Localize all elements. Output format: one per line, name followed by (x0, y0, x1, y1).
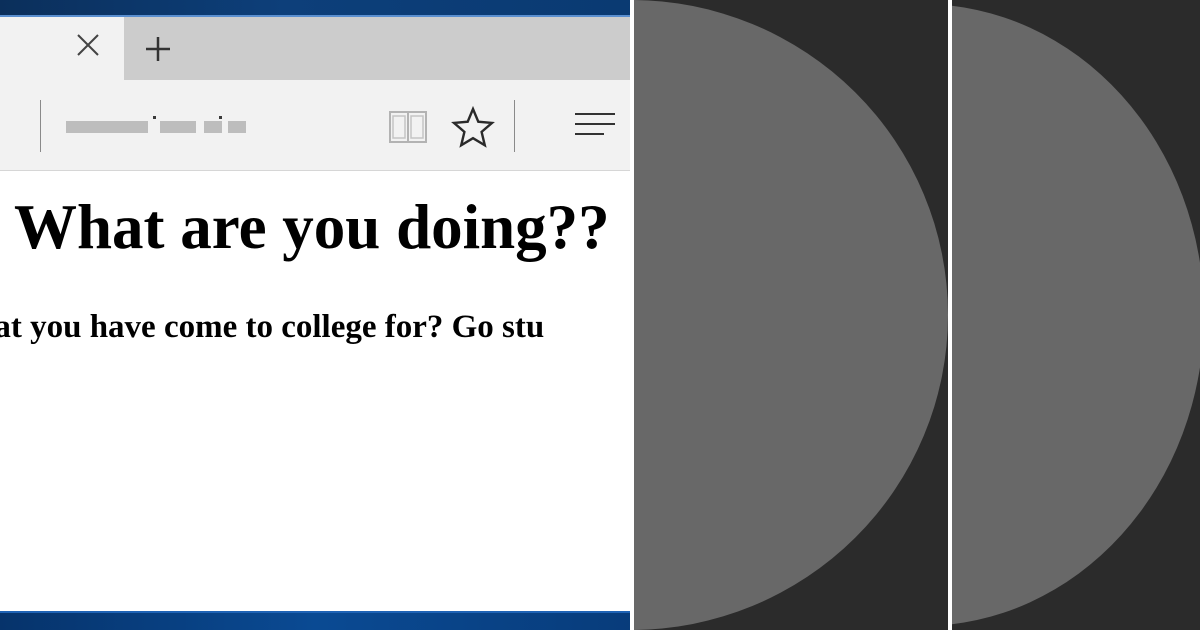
close-icon[interactable] (74, 31, 102, 59)
desktop-background-top (0, 0, 630, 17)
half-circle-shape (634, 0, 948, 630)
toolbar-divider (514, 100, 515, 152)
composite-image: What are you doing?? hat you have come t… (0, 0, 1200, 630)
new-tab-button[interactable] (140, 31, 176, 67)
hub-button[interactable] (570, 108, 620, 142)
blurred-url-segment (66, 121, 148, 133)
address-bar[interactable] (62, 116, 252, 136)
browser-screenshot: What are you doing?? hat you have come t… (0, 0, 630, 630)
navigation-toolbar (0, 80, 630, 171)
half-circle-panel (634, 0, 948, 630)
tab-strip (0, 17, 630, 80)
half-circle-shape (952, 4, 1200, 626)
favorites-button[interactable] (450, 104, 496, 150)
page-heading: What are you doing?? (14, 192, 610, 262)
half-circle-panel (952, 0, 1200, 630)
blurred-url-segment (160, 121, 196, 133)
hamburger-icon (575, 113, 615, 135)
book-icon (389, 111, 427, 143)
blurred-url-dot (153, 116, 156, 119)
active-tab[interactable] (0, 17, 124, 80)
blurred-url-segment (204, 121, 222, 133)
taskbar-edge (0, 611, 630, 613)
blurred-url-dot (219, 116, 222, 119)
toolbar-divider (40, 100, 41, 152)
reading-view-button[interactable] (384, 108, 432, 146)
star-icon (451, 105, 495, 148)
page-subheading: hat you have come to college for? Go stu (0, 309, 545, 345)
plus-icon (146, 37, 170, 61)
desktop-taskbar (0, 611, 630, 630)
web-page-content: What are you doing?? hat you have come t… (0, 171, 630, 611)
blurred-url-segment (228, 121, 246, 133)
